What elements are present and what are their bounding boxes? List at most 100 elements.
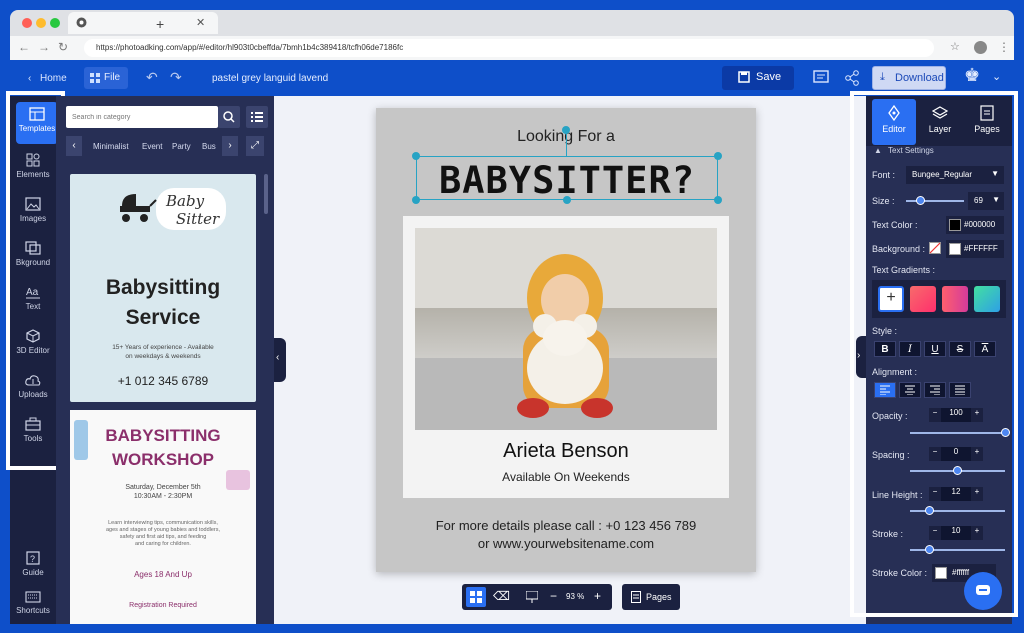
file-label: File <box>104 72 121 83</box>
template-card-babysitting-workshop[interactable]: BABYSITTING WORKSHOP Saturday, December … <box>70 410 256 624</box>
grid-icon <box>470 591 482 603</box>
poster-canvas[interactable]: Looking For a BABYSITTER? Arieta Benson … <box>376 108 756 572</box>
rail-item-guide[interactable]: ? Guide <box>10 546 56 588</box>
card2-desc-line2: ages and stages of young babies and todd… <box>105 527 221 533</box>
address-bar: ← → ↻ https://photoadking.com/app/#/edit… <box>10 36 1014 60</box>
eraser-icon[interactable]: ⌫ <box>493 589 510 603</box>
card2-desc-line4: and caring for children. <box>135 541 191 547</box>
guide-icon: ? <box>26 551 40 565</box>
new-tab-icon[interactable]: + <box>156 16 164 32</box>
browser-menu-icon[interactable]: ⋮ <box>998 40 1010 54</box>
collapse-left-panel-icon[interactable]: ‹ <box>274 338 286 382</box>
template-search-input[interactable] <box>66 106 218 128</box>
download-label: Download <box>895 72 944 84</box>
bookmark-star-icon[interactable]: ☆ <box>950 40 960 53</box>
expand-icon[interactable]: ⤢ <box>246 136 264 156</box>
resize-handle-br[interactable] <box>714 196 722 204</box>
templates-panel: ‹ Minimalist Event Party Bus › ⤢ Baby Si… <box>56 96 274 624</box>
reload-icon[interactable]: ↻ <box>58 40 68 54</box>
stroller-icon <box>120 194 157 222</box>
save-button[interactable]: Save <box>722 66 794 90</box>
category-party[interactable]: Party <box>172 142 191 151</box>
card2-desc-line1: Learn interviewing tips, communication s… <box>108 520 218 526</box>
card2-desc-line3: safety and first aid tips, and feeding <box>119 534 207 540</box>
crown-icon[interactable]: ♚ <box>964 65 980 86</box>
card-title-line2: Service <box>125 306 201 329</box>
grid-view-button[interactable] <box>466 587 486 607</box>
zoom-in-icon[interactable]: + <box>594 589 601 603</box>
account-chevron-down-icon[interactable]: ⌄ <box>992 70 1001 83</box>
share-icon[interactable] <box>844 70 860 86</box>
editor-highlight-frame <box>850 91 1018 617</box>
download-icon: ⤓ <box>880 71 885 83</box>
card2-registration: Registration Required <box>129 602 197 609</box>
poster-availability[interactable]: Available On Weekends <box>403 470 729 484</box>
card-desc-line1: 15+ Years of experience - Available <box>112 344 214 351</box>
chat-icon <box>976 585 990 595</box>
home-link[interactable]: Home <box>40 73 67 84</box>
card-title-line1: Babysitting <box>105 276 221 299</box>
card2-title-line2: WORKSHOP <box>112 450 214 469</box>
maximize-window-dot[interactable] <box>50 18 60 28</box>
bottle-icon <box>74 420 88 460</box>
comment-icon[interactable] <box>813 70 829 86</box>
forward-icon[interactable]: → <box>38 40 50 54</box>
card2-date-line2: 10:30AM - 2:30PM <box>133 493 193 500</box>
keyboard-icon <box>25 591 41 603</box>
category-minimalist[interactable]: Minimalist <box>93 142 129 151</box>
card2-ages: Ages 18 And Up <box>134 570 192 579</box>
zoom-level: 93 % <box>566 592 585 601</box>
zoom-out-icon[interactable]: − <box>550 589 557 603</box>
category-bus[interactable]: Bus <box>202 142 216 151</box>
rail-item-shortcuts[interactable]: Shortcuts <box>10 586 56 628</box>
poster-title-selected[interactable]: BABYSITTER? <box>416 156 718 202</box>
resize-handle-bl[interactable] <box>412 196 420 204</box>
category-next-icon[interactable]: › <box>222 136 238 156</box>
document-title[interactable]: pastel grey languid lavend <box>212 73 328 84</box>
resize-handle-bottom[interactable] <box>563 196 571 204</box>
chrome-icon <box>76 17 87 28</box>
minimize-window-dot[interactable] <box>36 18 46 28</box>
svg-text:?: ? <box>30 554 35 564</box>
resize-handle-tl[interactable] <box>412 152 420 160</box>
card-phone: +1 012 345 6789 <box>117 374 209 388</box>
presentation-icon[interactable] <box>526 591 538 603</box>
browser-window: ✕ + ← → ↻ https://photoadking.com/app/#/… <box>10 10 1014 60</box>
poster-name[interactable]: Arieta Benson <box>403 440 729 463</box>
undo-icon[interactable]: ↶ <box>146 69 158 86</box>
template-card-babysitting-service[interactable]: Baby Sitter Babysitting Service 15+ Year… <box>70 174 256 402</box>
download-button[interactable]: ⤓ Download <box>872 66 946 90</box>
file-button[interactable]: File <box>84 67 128 89</box>
card2-title-line1: BABYSITTING <box>105 426 221 445</box>
rotate-handle[interactable] <box>562 126 570 134</box>
list-view-button[interactable] <box>246 106 268 128</box>
search-icon <box>223 111 235 123</box>
browser-tab[interactable]: ✕ <box>68 12 218 34</box>
redo-icon[interactable]: ↷ <box>170 69 182 86</box>
card-desc-line2: on weekdays & weekends <box>125 353 201 360</box>
tab-close-icon[interactable]: ✕ <box>196 16 205 29</box>
templates-scrollbar[interactable] <box>264 174 268 214</box>
logo-text-line2: Sitter <box>176 210 220 228</box>
url-field[interactable]: https://photoadking.com/app/#/editor/hl9… <box>84 39 934 57</box>
home-chevron-icon: ‹ <box>28 73 32 84</box>
save-label: Save <box>756 71 782 83</box>
chat-support-button[interactable] <box>964 572 1002 610</box>
category-event[interactable]: Event <box>142 142 162 151</box>
baby-photo[interactable] <box>415 228 717 430</box>
baby-with-teddy-image <box>415 228 717 430</box>
search-button[interactable] <box>218 106 240 128</box>
category-prev-icon[interactable]: ‹ <box>66 136 82 156</box>
close-window-dot[interactable] <box>22 18 32 28</box>
pages-button[interactable]: Pages <box>622 584 680 610</box>
resize-handle-tr[interactable] <box>714 152 722 160</box>
profile-icon[interactable] <box>974 41 987 54</box>
canvas-toolbar: ⌫ − 93 % + <box>462 584 612 610</box>
back-icon[interactable]: ← <box>18 40 30 54</box>
card2-date-line1: Saturday, December 5th <box>125 484 201 491</box>
list-icon <box>251 112 263 122</box>
photo-frame[interactable]: Arieta Benson Available On Weekends <box>403 216 729 498</box>
poster-contact-line1[interactable]: For more details please call : +0 123 45… <box>376 518 756 533</box>
save-icon <box>738 71 750 83</box>
poster-contact-line2[interactable]: or www.yourwebsitename.com <box>376 536 756 551</box>
